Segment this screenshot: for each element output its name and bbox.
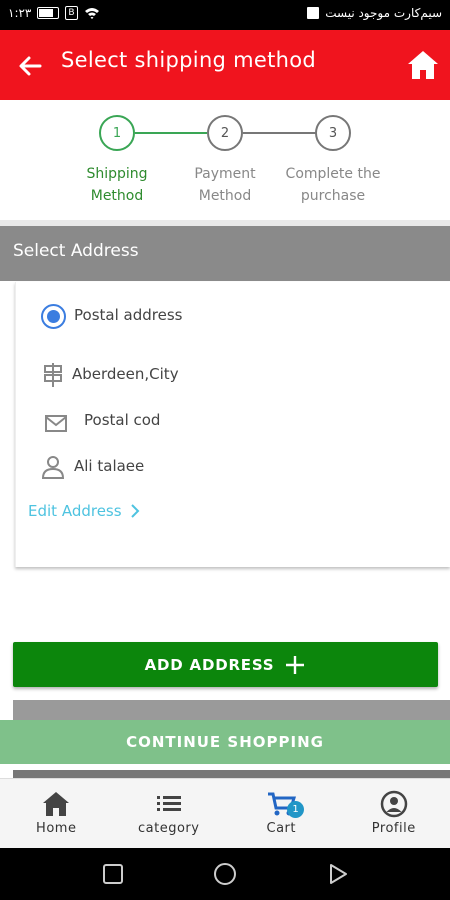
back-arrow-icon[interactable] — [14, 50, 46, 82]
status-time: ۱:۲۳ — [8, 6, 32, 20]
chevron-right-icon — [130, 504, 139, 518]
add-address-label: ADD ADDRESS — [144, 655, 275, 674]
nav-home-label: Home — [36, 821, 77, 836]
checkout-stepper: 1 2 3 Shipping Method Payment Method Com… — [0, 100, 450, 220]
person-icon — [41, 456, 65, 479]
address-card[interactable]: Postal address Aberdeen,City Postal cod … — [15, 282, 450, 567]
continue-shopping-button[interactable]: CONTINUE SHOPPING — [0, 720, 450, 764]
nav-home[interactable]: Home — [0, 779, 113, 848]
step-2-circle: 2 — [207, 115, 243, 151]
home-circle-icon[interactable] — [213, 862, 237, 886]
back-triangle-icon[interactable] — [326, 862, 350, 886]
status-badge-b: B — [65, 6, 78, 20]
step-3-circle: 3 — [315, 115, 351, 151]
wifi-icon — [84, 8, 99, 19]
nav-category[interactable]: category — [113, 779, 226, 848]
step-1-circle: 1 — [99, 115, 135, 151]
step-3-label: Complete the purchase — [285, 166, 381, 204]
step-1-label: Shipping Method — [86, 166, 148, 204]
home-icon[interactable] — [406, 48, 440, 82]
nav-profile[interactable]: Profile — [338, 779, 450, 848]
step-connector — [135, 132, 207, 134]
nav-category-label: category — [138, 821, 200, 836]
cart-icon-wrap: 1 — [266, 789, 305, 819]
signpost-icon — [44, 363, 62, 387]
profile-icon — [380, 790, 407, 818]
step-connector — [243, 132, 316, 134]
system-navigation-bar — [0, 848, 450, 900]
page-title: Select shipping method — [61, 48, 317, 72]
add-address-button[interactable]: ADD ADDRESS — [13, 642, 438, 687]
carrier-text: سیم‌کارت موجود نیست — [325, 6, 442, 20]
mail-icon — [45, 415, 67, 432]
section-title: Select Address — [0, 226, 450, 281]
step-2-label: Payment Method — [194, 166, 256, 204]
address-radio[interactable] — [41, 304, 66, 329]
recents-icon[interactable] — [101, 862, 125, 886]
nav-profile-label: Profile — [371, 821, 416, 836]
plus-icon — [286, 655, 305, 674]
address-type-label: Postal address — [74, 306, 183, 324]
image-icon — [307, 7, 320, 19]
nav-cart-label: Cart — [266, 821, 296, 836]
battery-icon — [37, 7, 60, 19]
list-icon — [156, 796, 181, 811]
address-postal-code: Postal cod — [84, 411, 161, 429]
app-header: Select shipping method — [0, 30, 450, 100]
divider — [13, 770, 450, 778]
partially-hidden-section — [13, 700, 450, 720]
address-city: Aberdeen,City — [72, 365, 179, 383]
home-icon — [43, 792, 70, 816]
cart-badge: 1 — [287, 801, 305, 818]
status-bar: ۱:۲۳ B سیم‌کارت موجود نیست — [0, 0, 450, 30]
bottom-navigation: Home category 1 Cart Profile — [0, 778, 450, 848]
nav-cart[interactable]: 1 Cart — [225, 779, 338, 848]
edit-address-label: Edit Address — [28, 502, 122, 520]
edit-address-link[interactable]: Edit Address — [28, 502, 140, 520]
address-name: Ali talaee — [74, 457, 145, 475]
